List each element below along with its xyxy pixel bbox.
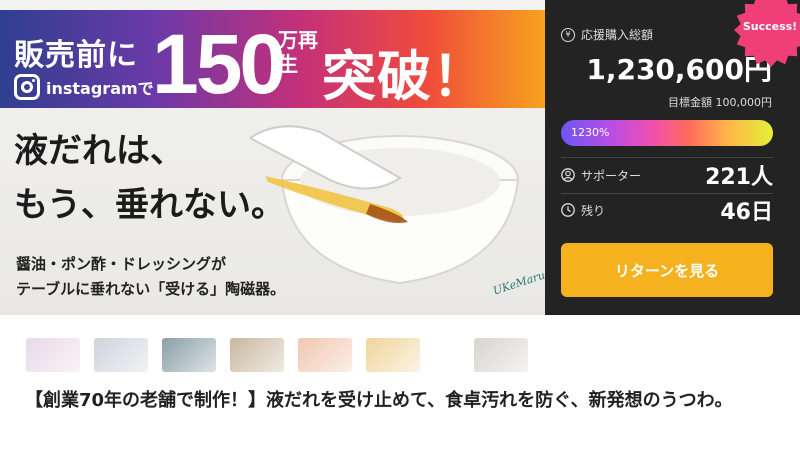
thumbnail-6[interactable]	[366, 338, 420, 372]
breakthrough-text: 突破！	[322, 45, 487, 108]
supporters-label-text: サポーター	[581, 168, 642, 183]
remaining-value: 46日	[720, 200, 773, 225]
supporters-label: サポーター	[561, 167, 641, 184]
sub-line-2: テーブルに垂れない「受ける」陶磁器。	[16, 280, 286, 298]
remaining-label: 残り	[561, 202, 605, 219]
total-label: ¥ 応援購入総額	[561, 26, 653, 43]
thumbnail-strip	[26, 338, 528, 372]
progress-label: 1230%	[571, 126, 610, 139]
hero-image: 販売前に instagramで 150 万再生 突破！ 液だれは、 もう、垂れな…	[0, 0, 545, 315]
thumbnail-5[interactable]	[298, 338, 352, 372]
remaining-row: 残り 46日	[561, 194, 773, 226]
hero-banner: 販売前に instagramで 150 万再生 突破！	[0, 10, 545, 111]
banner-instagram: instagramで	[14, 74, 154, 100]
success-badge-label: Success!	[742, 20, 798, 33]
success-badge	[734, 0, 800, 67]
remaining-label-text: 残り	[581, 203, 606, 218]
view-rewards-button[interactable]: リターンを見る	[561, 243, 773, 297]
project-title: 【創業70年の老舗で制作！】液だれを受け止めて、食卓汚れを防ぐ、新発想のうつわ。	[25, 390, 733, 411]
headline-line-2: もう、垂れない。	[14, 185, 285, 225]
hero-headline: 液だれは、 もう、垂れない。	[14, 124, 285, 232]
thumbnail-3[interactable]	[162, 338, 216, 372]
thumbnail-4[interactable]	[230, 338, 284, 372]
banner-prefix: 販売前に	[14, 38, 138, 73]
instagram-text: instagramで	[46, 79, 154, 98]
thumbnail-7[interactable]	[474, 338, 528, 372]
user-icon	[561, 168, 575, 182]
views-number: 150	[152, 17, 286, 111]
sub-line-1: 醤油・ポン酢・ドレッシングが	[16, 255, 227, 273]
total-label-text: 応援購入総額	[581, 28, 654, 42]
thumbnail-2[interactable]	[94, 338, 148, 372]
progress-bar: 1230%	[561, 120, 773, 146]
supporters-row: サポーター 221人	[561, 160, 773, 190]
clock-icon	[561, 203, 575, 217]
target-amount: 目標金額 100,000円	[668, 96, 772, 109]
yen-icon: ¥	[561, 27, 575, 42]
thumbnail-1[interactable]	[26, 338, 80, 372]
hero-subtext: 醤油・ポン酢・ドレッシングが テーブルに垂れない「受ける」陶磁器。	[16, 252, 285, 302]
headline-line-1: 液だれは、	[14, 131, 184, 171]
bowl-illustration	[250, 125, 520, 285]
supporters-value: 221人	[705, 165, 773, 190]
divider	[561, 157, 773, 158]
instagram-icon	[14, 74, 40, 100]
views-unit: 万再生	[278, 28, 318, 76]
